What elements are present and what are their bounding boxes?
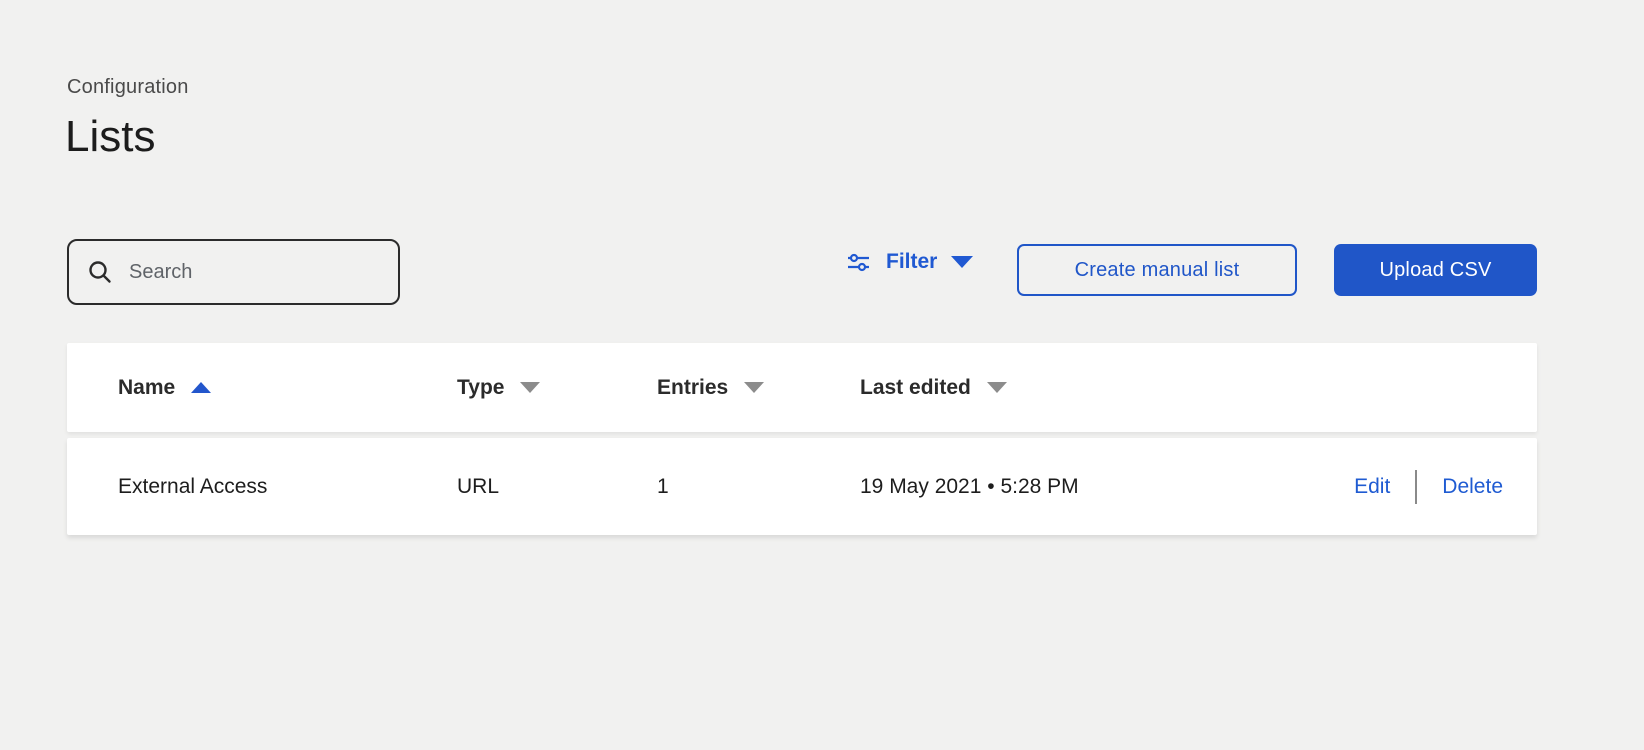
page-title: Lists (65, 112, 155, 162)
sort-descending-icon (987, 382, 1007, 393)
sort-ascending-icon (191, 382, 211, 393)
filter-button[interactable]: Filter (846, 246, 973, 278)
column-header-type[interactable]: Type (457, 376, 540, 400)
column-header-entries[interactable]: Entries (657, 376, 764, 400)
create-manual-list-button[interactable]: Create manual list (1017, 244, 1297, 296)
sort-descending-icon (744, 382, 764, 393)
table-row: External Access URL 1 19 May 2021 • 5:28… (67, 438, 1537, 535)
cell-entries: 1 (657, 475, 669, 499)
search-box[interactable] (67, 239, 400, 305)
upload-csv-button[interactable]: Upload CSV (1334, 244, 1537, 296)
table-header: Name Type Entries Last edited (67, 343, 1537, 432)
column-label: Entries (657, 376, 728, 400)
cell-type: URL (457, 475, 499, 499)
sort-descending-icon (520, 382, 540, 393)
cell-name: External Access (118, 475, 267, 499)
action-divider (1415, 470, 1417, 504)
column-header-last-edited[interactable]: Last edited (860, 376, 1007, 400)
chevron-down-icon (951, 256, 973, 268)
column-label: Last edited (860, 376, 971, 400)
filter-label: Filter (886, 250, 937, 274)
column-label: Type (457, 376, 504, 400)
search-icon (87, 259, 113, 285)
edit-link[interactable]: Edit (1354, 475, 1390, 499)
column-label: Name (118, 376, 175, 400)
breadcrumb: Configuration (67, 76, 189, 99)
cell-last-edited: 19 May 2021 • 5:28 PM (860, 475, 1079, 499)
filter-sliders-icon (846, 250, 871, 275)
row-actions: Edit Delete (1354, 470, 1503, 504)
column-header-name[interactable]: Name (118, 376, 211, 400)
delete-link[interactable]: Delete (1442, 475, 1503, 499)
search-input[interactable] (129, 261, 379, 284)
